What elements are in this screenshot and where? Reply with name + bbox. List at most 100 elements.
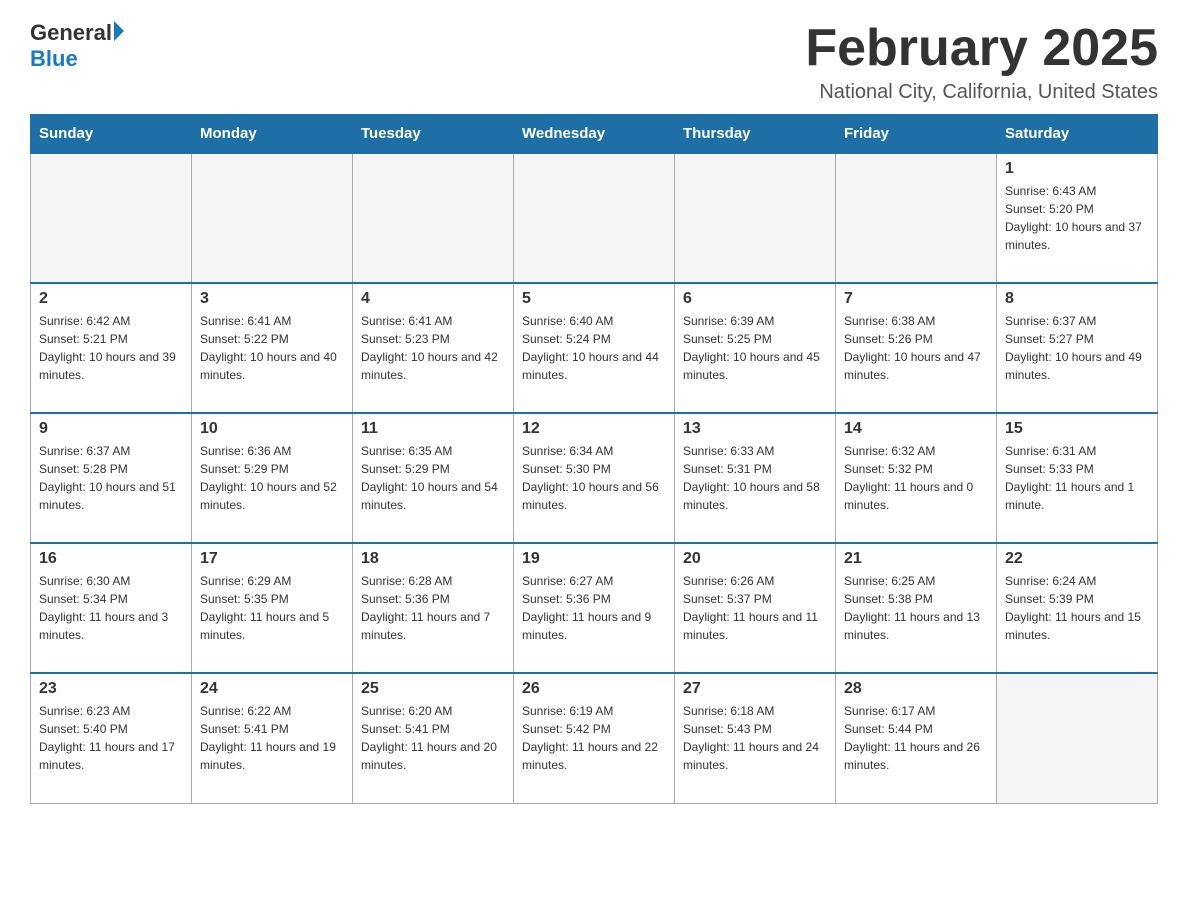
day-info: Sunrise: 6:29 AM Sunset: 5:35 PM Dayligh… — [200, 572, 344, 644]
calendar-day-cell: 2 Sunrise: 6:42 AM Sunset: 5:21 PM Daylig… — [31, 283, 192, 413]
day-info: Sunrise: 6:40 AM Sunset: 5:24 PM Dayligh… — [522, 312, 666, 384]
day-info: Sunrise: 6:22 AM Sunset: 5:41 PM Dayligh… — [200, 702, 344, 774]
day-info: Sunrise: 6:17 AM Sunset: 5:44 PM Dayligh… — [844, 702, 988, 774]
day-info: Sunrise: 6:32 AM Sunset: 5:32 PM Dayligh… — [844, 442, 988, 514]
day-number: 20 — [683, 550, 827, 568]
day-info: Sunrise: 6:25 AM Sunset: 5:38 PM Dayligh… — [844, 572, 988, 644]
day-number: 16 — [39, 550, 183, 568]
calendar-day-cell — [675, 153, 836, 283]
logo-arrow-icon — [114, 21, 124, 41]
calendar-header-row: SundayMondayTuesdayWednesdayThursdayFrid… — [31, 115, 1158, 154]
day-info: Sunrise: 6:34 AM Sunset: 5:30 PM Dayligh… — [522, 442, 666, 514]
day-info: Sunrise: 6:37 AM Sunset: 5:28 PM Dayligh… — [39, 442, 183, 514]
day-number: 24 — [200, 680, 344, 698]
day-number: 11 — [361, 420, 505, 438]
day-info: Sunrise: 6:35 AM Sunset: 5:29 PM Dayligh… — [361, 442, 505, 514]
calendar-day-cell: 28 Sunrise: 6:17 AM Sunset: 5:44 PM Dayli… — [836, 673, 997, 803]
day-info: Sunrise: 6:37 AM Sunset: 5:27 PM Dayligh… — [1005, 312, 1149, 384]
calendar-day-cell: 8 Sunrise: 6:37 AM Sunset: 5:27 PM Daylig… — [997, 283, 1158, 413]
calendar-week-row: 16 Sunrise: 6:30 AM Sunset: 5:34 PM Dayli… — [31, 543, 1158, 673]
calendar-day-cell — [353, 153, 514, 283]
calendar-day-cell — [836, 153, 997, 283]
logo-text-general: General — [30, 20, 112, 46]
logo: General Blue — [30, 20, 124, 72]
day-number: 15 — [1005, 420, 1149, 438]
day-info: Sunrise: 6:33 AM Sunset: 5:31 PM Dayligh… — [683, 442, 827, 514]
calendar-day-cell: 1 Sunrise: 6:43 AM Sunset: 5:20 PM Daylig… — [997, 153, 1158, 283]
day-info: Sunrise: 6:42 AM Sunset: 5:21 PM Dayligh… — [39, 312, 183, 384]
day-info: Sunrise: 6:30 AM Sunset: 5:34 PM Dayligh… — [39, 572, 183, 644]
calendar-day-cell: 9Sunrise: 6:37 AM Sunset: 5:28 PM Daylig… — [31, 413, 192, 543]
calendar-day-cell: 12Sunrise: 6:34 AM Sunset: 5:30 PM Dayli… — [514, 413, 675, 543]
calendar-day-cell: 18 Sunrise: 6:28 AM Sunset: 5:36 PM Dayli… — [353, 543, 514, 673]
calendar-day-cell: 7Sunrise: 6:38 AM Sunset: 5:26 PM Daylig… — [836, 283, 997, 413]
day-number: 17 — [200, 550, 344, 568]
day-number: 18 — [361, 550, 505, 568]
title-section: February 2025 National City, California,… — [805, 20, 1158, 104]
day-info: Sunrise: 6:27 AM Sunset: 5:36 PM Dayligh… — [522, 572, 666, 644]
day-number: 7 — [844, 290, 988, 308]
calendar-header-thursday: Thursday — [675, 115, 836, 154]
day-number: 22 — [1005, 550, 1149, 568]
day-number: 23 — [39, 680, 183, 698]
day-number: 10 — [200, 420, 344, 438]
day-info: Sunrise: 6:18 AM Sunset: 5:43 PM Dayligh… — [683, 702, 827, 774]
calendar-day-cell: 4 Sunrise: 6:41 AM Sunset: 5:23 PM Daylig… — [353, 283, 514, 413]
calendar-day-cell — [997, 673, 1158, 803]
calendar-day-cell: 23 Sunrise: 6:23 AM Sunset: 5:40 PM Dayli… — [31, 673, 192, 803]
calendar-week-row: 2 Sunrise: 6:42 AM Sunset: 5:21 PM Daylig… — [31, 283, 1158, 413]
day-info: Sunrise: 6:19 AM Sunset: 5:42 PM Dayligh… — [522, 702, 666, 774]
day-number: 28 — [844, 680, 988, 698]
calendar-day-cell: 20 Sunrise: 6:26 AM Sunset: 5:37 PM Dayli… — [675, 543, 836, 673]
page-header: General Blue February 2025 National City… — [30, 20, 1158, 104]
day-info: Sunrise: 6:24 AM Sunset: 5:39 PM Dayligh… — [1005, 572, 1149, 644]
day-number: 14 — [844, 420, 988, 438]
calendar-day-cell: 10 Sunrise: 6:36 AM Sunset: 5:29 PM Dayli… — [192, 413, 353, 543]
calendar-day-cell: 22 Sunrise: 6:24 AM Sunset: 5:39 PM Dayli… — [997, 543, 1158, 673]
calendar-header-saturday: Saturday — [997, 115, 1158, 154]
day-info: Sunrise: 6:28 AM Sunset: 5:36 PM Dayligh… — [361, 572, 505, 644]
day-info: Sunrise: 6:41 AM Sunset: 5:23 PM Dayligh… — [361, 312, 505, 384]
logo-text-blue: Blue — [30, 46, 78, 72]
day-number: 4 — [361, 290, 505, 308]
day-number: 8 — [1005, 290, 1149, 308]
month-title: February 2025 — [805, 20, 1158, 77]
calendar-header-tuesday: Tuesday — [353, 115, 514, 154]
day-number: 27 — [683, 680, 827, 698]
calendar-day-cell: 24 Sunrise: 6:22 AM Sunset: 5:41 PM Dayli… — [192, 673, 353, 803]
calendar-week-row: 23 Sunrise: 6:23 AM Sunset: 5:40 PM Dayli… — [31, 673, 1158, 803]
calendar-day-cell: 27 Sunrise: 6:18 AM Sunset: 5:43 PM Dayli… — [675, 673, 836, 803]
calendar-day-cell: 21 Sunrise: 6:25 AM Sunset: 5:38 PM Dayli… — [836, 543, 997, 673]
day-info: Sunrise: 6:20 AM Sunset: 5:41 PM Dayligh… — [361, 702, 505, 774]
calendar-day-cell — [192, 153, 353, 283]
calendar-header-friday: Friday — [836, 115, 997, 154]
location-subtitle: National City, California, United States — [805, 81, 1158, 104]
day-number: 19 — [522, 550, 666, 568]
day-info: Sunrise: 6:43 AM Sunset: 5:20 PM Dayligh… — [1005, 182, 1149, 254]
calendar-day-cell: 17 Sunrise: 6:29 AM Sunset: 5:35 PM Dayli… — [192, 543, 353, 673]
calendar-day-cell: 6Sunrise: 6:39 AM Sunset: 5:25 PM Daylig… — [675, 283, 836, 413]
day-number: 5 — [522, 290, 666, 308]
day-number: 3 — [200, 290, 344, 308]
day-info: Sunrise: 6:23 AM Sunset: 5:40 PM Dayligh… — [39, 702, 183, 774]
calendar-day-cell: 11 Sunrise: 6:35 AM Sunset: 5:29 PM Dayli… — [353, 413, 514, 543]
calendar-week-row: 1 Sunrise: 6:43 AM Sunset: 5:20 PM Daylig… — [31, 153, 1158, 283]
day-number: 25 — [361, 680, 505, 698]
day-info: Sunrise: 6:41 AM Sunset: 5:22 PM Dayligh… — [200, 312, 344, 384]
calendar-day-cell: 13 Sunrise: 6:33 AM Sunset: 5:31 PM Dayli… — [675, 413, 836, 543]
day-number: 13 — [683, 420, 827, 438]
day-info: Sunrise: 6:26 AM Sunset: 5:37 PM Dayligh… — [683, 572, 827, 644]
calendar-table: SundayMondayTuesdayWednesdayThursdayFrid… — [30, 114, 1158, 804]
day-info: Sunrise: 6:36 AM Sunset: 5:29 PM Dayligh… — [200, 442, 344, 514]
day-number: 1 — [1005, 160, 1149, 178]
day-number: 26 — [522, 680, 666, 698]
calendar-day-cell: 3 Sunrise: 6:41 AM Sunset: 5:22 PM Daylig… — [192, 283, 353, 413]
calendar-week-row: 9Sunrise: 6:37 AM Sunset: 5:28 PM Daylig… — [31, 413, 1158, 543]
calendar-day-cell: 5 Sunrise: 6:40 AM Sunset: 5:24 PM Daylig… — [514, 283, 675, 413]
day-number: 21 — [844, 550, 988, 568]
day-number: 2 — [39, 290, 183, 308]
day-info: Sunrise: 6:39 AM Sunset: 5:25 PM Dayligh… — [683, 312, 827, 384]
calendar-day-cell: 19 Sunrise: 6:27 AM Sunset: 5:36 PM Dayli… — [514, 543, 675, 673]
calendar-day-cell: 15Sunrise: 6:31 AM Sunset: 5:33 PM Dayli… — [997, 413, 1158, 543]
calendar-header-sunday: Sunday — [31, 115, 192, 154]
